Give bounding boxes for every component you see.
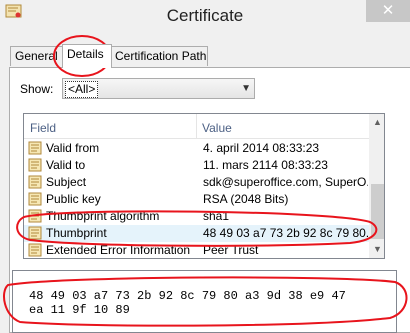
field-name: Extended Error Information xyxy=(46,243,191,257)
field-name: Public key xyxy=(46,192,101,206)
field-value: RSA (2048 Bits) xyxy=(203,192,289,206)
certificate-field-icon xyxy=(28,226,42,240)
field-name: Subject xyxy=(46,175,87,189)
thumbprint-value-text: 48 49 03 a7 73 2b 92 8c 79 80 a3 9d 38 e… xyxy=(29,289,399,317)
thumbprint-line-1: 48 49 03 a7 73 2b 92 8c 79 80 a3 9d 38 e… xyxy=(29,289,346,303)
column-header-field[interactable]: Field xyxy=(30,121,56,135)
certificate-field-icon xyxy=(28,192,42,206)
close-icon: ✕ xyxy=(381,2,395,19)
chevron-down-icon: ▼ xyxy=(241,83,251,94)
list-item[interactable]: Valid from 4. april 2014 08:33:23 xyxy=(24,140,369,157)
scroll-down-icon[interactable]: ▼ xyxy=(369,241,384,258)
field-value: 11. mars 2114 08:33:23 xyxy=(203,158,328,172)
field-name: Thumbprint algorithm xyxy=(46,209,160,223)
field-value: 4. april 2014 08:33:23 xyxy=(203,141,320,155)
list-item[interactable]: Valid to 11. mars 2114 08:33:23 xyxy=(24,157,369,174)
list-item[interactable]: Public key RSA (2048 Bits) xyxy=(24,191,369,208)
show-label: Show: xyxy=(20,82,54,96)
field-value: 48 49 03 a7 73 2b 92 8c 79 80... xyxy=(203,226,368,240)
scroll-thumb[interactable] xyxy=(371,184,384,239)
title-bar: Certificate ✕ xyxy=(0,0,410,38)
list-item-selected[interactable]: Thumbprint 48 49 03 a7 73 2b 92 8c 79 80… xyxy=(24,225,369,242)
certificate-field-icon xyxy=(28,243,42,257)
vertical-scrollbar[interactable]: ▲ ▼ xyxy=(369,114,384,258)
certificate-field-icon xyxy=(28,158,42,172)
list-header: Field Value xyxy=(24,114,369,139)
field-name: Thumbprint xyxy=(46,226,107,240)
list-item[interactable]: Subject sdk@superoffice.com, SuperO... xyxy=(24,174,369,191)
scroll-up-icon[interactable]: ▲ xyxy=(369,114,384,131)
field-value: Peer Trust xyxy=(203,243,259,257)
show-dropdown[interactable]: <All> ▼ xyxy=(62,78,255,99)
fields-list[interactable]: Field Value Valid from 4. april 2014 08:… xyxy=(23,113,385,259)
close-button[interactable]: ✕ xyxy=(366,0,410,22)
list-item[interactable]: Thumbprint algorithm sha1 xyxy=(24,208,369,225)
tab-certification-path[interactable]: Certification Path xyxy=(110,46,208,66)
field-name: Valid from xyxy=(46,141,100,155)
tab-details[interactable]: Details xyxy=(62,44,112,68)
field-value-textbox[interactable]: 48 49 03 a7 73 2b 92 8c 79 80 a3 9d 38 e… xyxy=(12,270,397,333)
window-title: Certificate xyxy=(166,6,244,25)
show-selected-value: <All> xyxy=(65,81,99,98)
thumbprint-line-2: ea 11 9f 10 89 xyxy=(29,303,130,317)
field-value: sdk@superoffice.com, SuperO... xyxy=(203,175,368,189)
tab-general[interactable]: General xyxy=(10,46,64,66)
field-name: Valid to xyxy=(46,158,86,172)
field-value: sha1 xyxy=(203,209,230,223)
certificate-field-icon xyxy=(28,141,42,155)
certificate-field-icon xyxy=(28,175,42,189)
list-item[interactable]: Extended Error Information Peer Trust xyxy=(24,242,369,258)
certificate-field-icon xyxy=(28,209,42,223)
column-header-value[interactable]: Value xyxy=(202,121,232,135)
